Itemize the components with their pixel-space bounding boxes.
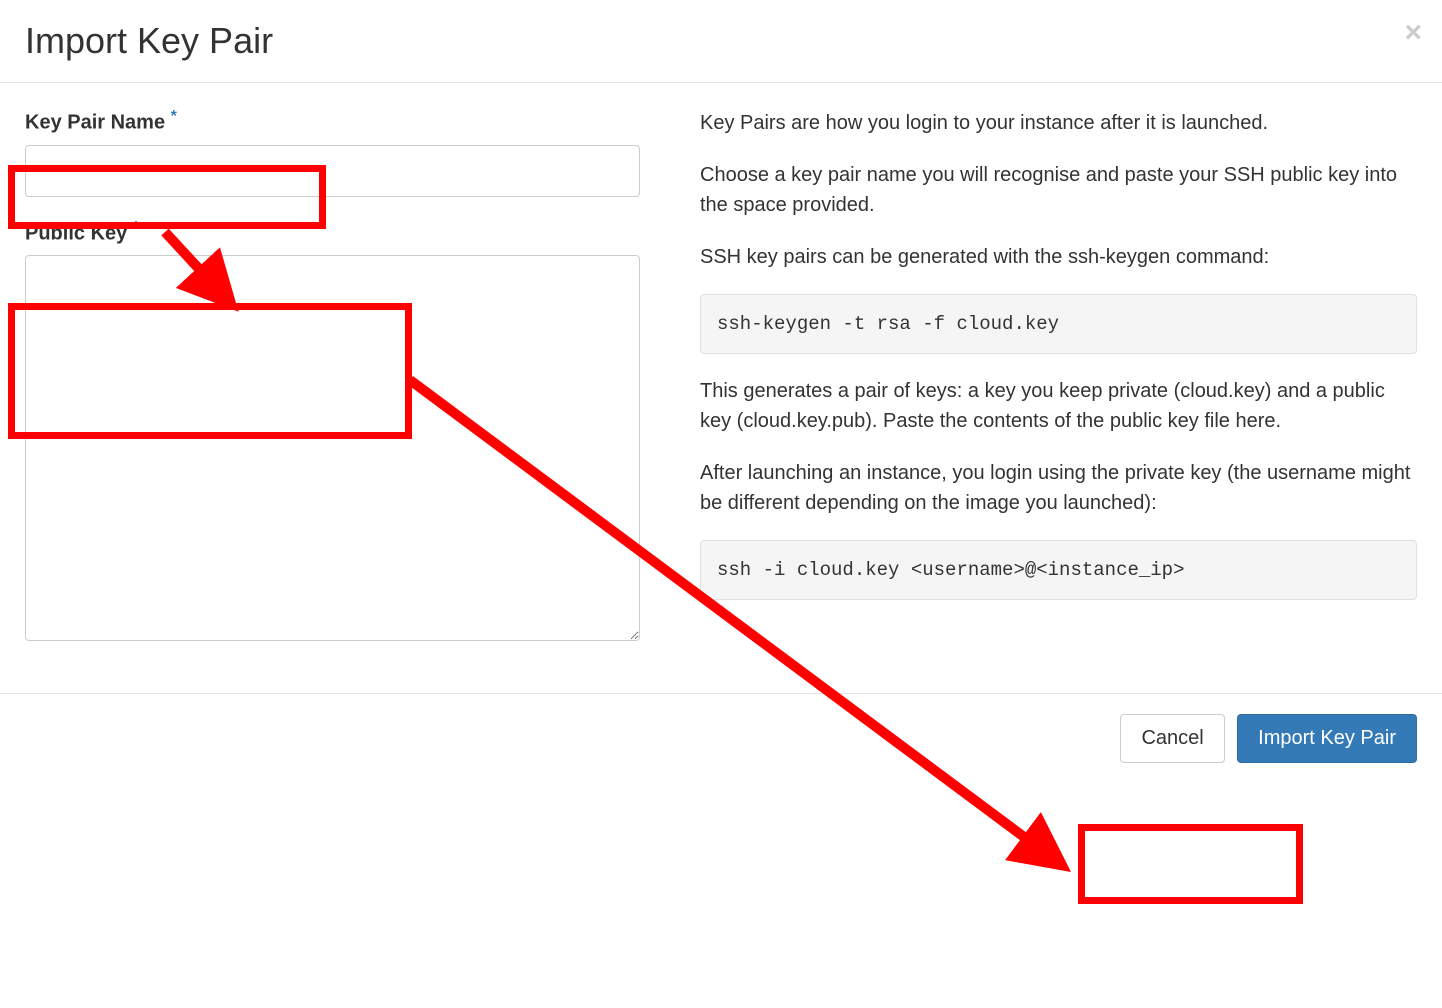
modal-footer: Cancel Import Key Pair bbox=[0, 693, 1442, 793]
annotation-box-import-button bbox=[1078, 824, 1303, 904]
cancel-button[interactable]: Cancel bbox=[1120, 714, 1224, 763]
help-paragraph-5: After launching an instance, you login u… bbox=[700, 458, 1417, 518]
key-pair-name-label: Key Pair Name * bbox=[25, 108, 640, 135]
help-column: Key Pairs are how you login to your inst… bbox=[700, 108, 1417, 668]
help-paragraph-4: This generates a pair of keys: a key you… bbox=[700, 376, 1417, 436]
ssh-code-block: ssh -i cloud.key <username>@<instance_ip… bbox=[700, 540, 1417, 600]
keygen-code-block: ssh-keygen -t rsa -f cloud.key bbox=[700, 294, 1417, 354]
key-pair-name-group: Key Pair Name * bbox=[25, 108, 640, 197]
required-asterisk-icon: * bbox=[171, 108, 177, 125]
help-paragraph-3: SSH key pairs can be generated with the … bbox=[700, 242, 1417, 272]
close-icon[interactable]: × bbox=[1404, 18, 1422, 48]
public-key-label: Public Key * bbox=[25, 219, 640, 246]
modal-title: Import Key Pair bbox=[25, 20, 1417, 62]
key-pair-name-input[interactable] bbox=[25, 145, 640, 197]
import-key-pair-button[interactable]: Import Key Pair bbox=[1237, 714, 1417, 763]
help-paragraph-2: Choose a key pair name you will recognis… bbox=[700, 160, 1417, 220]
public-key-label-text: Public Key bbox=[25, 222, 127, 244]
form-column: Key Pair Name * Public Key * bbox=[25, 108, 640, 668]
public-key-group: Public Key * bbox=[25, 219, 640, 647]
public-key-textarea[interactable] bbox=[25, 255, 640, 641]
key-pair-name-label-text: Key Pair Name bbox=[25, 112, 165, 134]
modal-body: Key Pair Name * Public Key * Key Pairs a… bbox=[0, 83, 1442, 693]
required-asterisk-icon: * bbox=[133, 219, 139, 236]
modal-header: Import Key Pair × bbox=[0, 0, 1442, 83]
help-paragraph-1: Key Pairs are how you login to your inst… bbox=[700, 108, 1417, 138]
